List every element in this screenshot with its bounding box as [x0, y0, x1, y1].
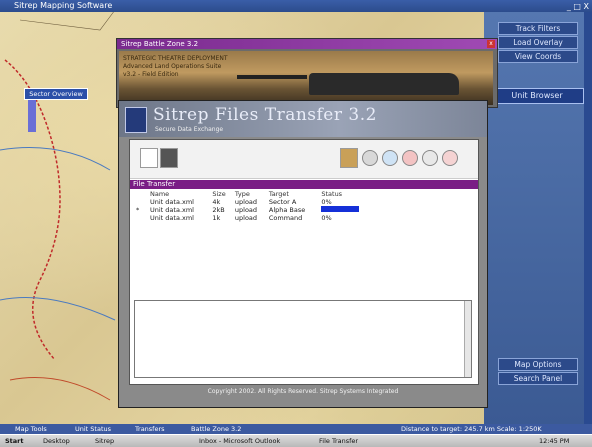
search-panel-button[interactable]: Search Panel — [498, 372, 578, 385]
send-icon[interactable] — [382, 150, 398, 166]
cell-name: Unit data.xml — [150, 214, 194, 222]
log-textarea[interactable] — [134, 300, 472, 378]
strip-item-3[interactable]: Transfers — [132, 424, 168, 434]
file-transfer-dialog: Sitrep Files Transfer 3.2 Secure Data Ex… — [118, 100, 488, 408]
cell-size: 4k — [212, 198, 221, 206]
log-scrollbar[interactable] — [464, 301, 471, 377]
map-options-button[interactable]: Map Options — [498, 358, 578, 371]
settings-icon[interactable] — [422, 150, 438, 166]
splash-banner-image: STRATEGIC THEATRE DEPLOYMENT Advanced La… — [119, 51, 493, 105]
right-edge-strip — [584, 12, 592, 424]
unit-browser-tab[interactable]: Unit Browser — [490, 88, 584, 104]
cell-type: upload — [234, 206, 258, 214]
splash-text-line-2: Advanced Land Operations Suite — [123, 63, 222, 70]
strip-item-2[interactable]: Unit Status — [72, 424, 114, 434]
cell-target: Alpha Base — [268, 206, 306, 214]
table-row[interactable]: Unit data.xml 4k upload Sector A 0% — [134, 198, 374, 206]
taskbar-item-1[interactable]: Desktop — [40, 436, 73, 446]
col-header-size[interactable]: Size — [210, 190, 233, 198]
splash-title: Sitrep Battle Zone 3.2 — [117, 39, 497, 49]
left-badge[interactable]: Sector Overview — [24, 88, 88, 100]
cell-target: Command — [268, 214, 303, 222]
progress-bar — [321, 206, 360, 212]
section-header: File Transfer — [130, 180, 478, 189]
status-readout: Distance to target: 245.7 km Scale: 1:25… — [401, 425, 542, 433]
cell-type: upload — [234, 198, 258, 206]
row-marker: * — [136, 206, 140, 214]
rp-button-1[interactable]: Track Filters — [498, 22, 578, 35]
tank-graphic — [309, 73, 459, 95]
tank-barrel-graphic — [237, 75, 307, 79]
col-header-status[interactable]: Status — [319, 190, 374, 198]
refresh-icon[interactable] — [362, 150, 378, 166]
new-file-icon[interactable] — [140, 148, 158, 168]
cell-name: Unit data.xml — [150, 206, 194, 214]
close-icon[interactable] — [442, 150, 458, 166]
unit-marker[interactable] — [28, 100, 36, 132]
dialog-title: Sitrep Files Transfer 3.2 — [153, 105, 377, 125]
right-panel: Track Filters Load Overlay View Coords U… — [484, 12, 592, 424]
splash-close-button[interactable]: x — [487, 40, 495, 48]
cell-size: 1k — [212, 214, 221, 222]
rp-button-2[interactable]: Load Overlay — [498, 36, 578, 49]
col-header-target[interactable]: Target — [267, 190, 319, 198]
edit-icon[interactable] — [340, 148, 358, 168]
file-table: Name Size Type Target Status Unit data.x… — [134, 190, 374, 222]
app-title: Sitrep Mapping Software — [14, 1, 113, 10]
table-row[interactable]: * Unit data.xml 2kB upload Alpha Base — [134, 206, 374, 214]
col-header-type[interactable]: Type — [233, 190, 267, 198]
dialog-footer: Copyright 2002. All Rights Reserved. Sit… — [207, 388, 399, 395]
start-button[interactable]: Start — [2, 436, 27, 446]
splash-window: Sitrep Battle Zone 3.2 x STRATEGIC THEAT… — [116, 38, 498, 108]
splash-text-line-1: STRATEGIC THEATRE DEPLOYMENT — [123, 55, 228, 62]
row-marker — [134, 214, 148, 222]
app-titlebar: Sitrep Mapping Software _ □ X — [0, 0, 592, 12]
app-logo-icon — [125, 107, 147, 133]
cell-status: 0% — [321, 198, 332, 206]
col-header-marker — [134, 190, 148, 198]
taskbar: Start Desktop Sitrep Inbox - Microsoft O… — [0, 434, 592, 447]
toolbar — [130, 140, 478, 179]
status-strip: Map Tools Unit Status Transfers Battle Z… — [0, 424, 592, 434]
cell-type: upload — [234, 214, 258, 222]
cell-name: Unit data.xml — [150, 198, 194, 206]
dialog-subtitle: Secure Data Exchange — [155, 126, 224, 133]
cell-status: 0% — [321, 214, 332, 222]
strip-item-1[interactable]: Map Tools — [12, 424, 50, 434]
col-header-name[interactable]: Name — [148, 190, 210, 198]
stop-icon[interactable] — [402, 150, 418, 166]
system-clock: 12:45 PM — [539, 437, 570, 445]
delete-icon[interactable] — [160, 148, 178, 168]
rp-button-3[interactable]: View Coords — [498, 50, 578, 63]
table-row[interactable]: Unit data.xml 1k upload Command 0% — [134, 214, 374, 222]
taskbar-item-3[interactable]: Inbox - Microsoft Outlook — [196, 436, 283, 446]
table-header-row: Name Size Type Target Status — [134, 190, 374, 198]
dialog-header: Sitrep Files Transfer 3.2 Secure Data Ex… — [119, 101, 487, 137]
cell-status — [319, 206, 374, 214]
cell-size: 2kB — [212, 206, 225, 214]
taskbar-item-4[interactable]: File Transfer — [316, 436, 361, 446]
taskbar-item-2[interactable]: Sitrep — [92, 436, 117, 446]
transfer-panel: File Transfer Name Size Type Target Stat… — [129, 139, 479, 385]
row-marker — [134, 198, 148, 206]
strip-item-4[interactable]: Battle Zone 3.2 — [188, 424, 244, 434]
cell-target: Sector A — [268, 198, 297, 206]
